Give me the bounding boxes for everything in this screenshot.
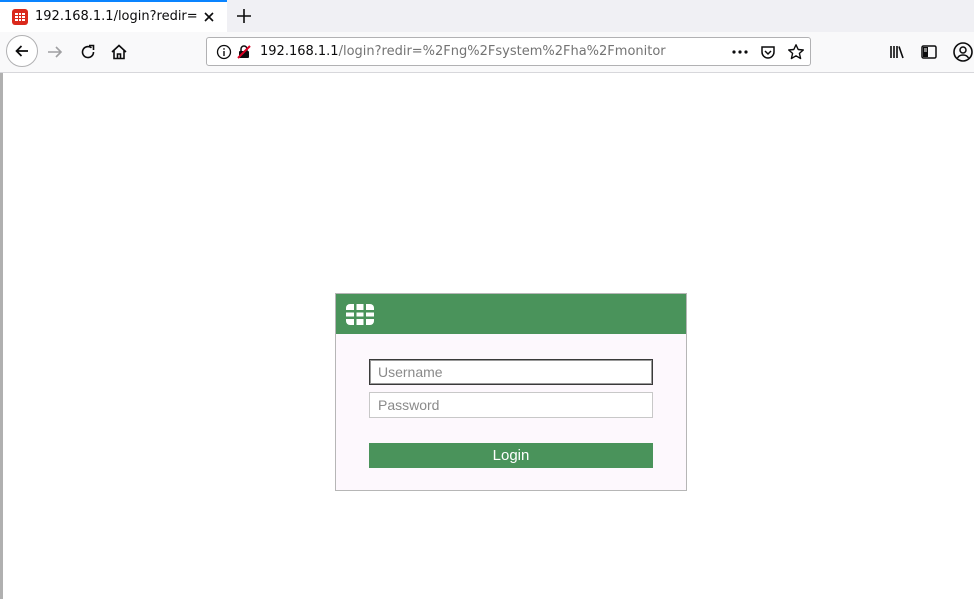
login-panel: Login	[335, 293, 687, 491]
tab-bar: 192.168.1.1/login?redir=%2Fng%2Fsystem%2…	[0, 0, 974, 32]
star-icon[interactable]	[787, 43, 805, 61]
library-icon[interactable]	[888, 43, 906, 61]
close-icon[interactable]	[202, 10, 216, 24]
back-icon	[15, 45, 28, 57]
url-text[interactable]: 192.168.1.1/login?redir=%2Fng%2Fsystem%2…	[260, 44, 720, 60]
login-button[interactable]: Login	[369, 443, 653, 468]
username-input[interactable]	[369, 359, 653, 385]
account-icon[interactable]	[952, 41, 974, 63]
fortinet-logo-icon	[346, 304, 374, 325]
navigation-bar: 192.168.1.1/login?redir=%2Fng%2Fsystem%2…	[0, 32, 974, 73]
password-input[interactable]	[369, 392, 653, 418]
reload-icon[interactable]	[79, 43, 97, 61]
home-icon[interactable]	[110, 43, 128, 61]
url-host: 192.168.1.1	[260, 44, 339, 59]
more-icon[interactable]	[730, 44, 750, 60]
url-path: /login?redir=%2Fng%2Fsystem%2Fha%2Fmonit…	[338, 44, 666, 59]
login-header	[336, 294, 686, 334]
pocket-icon[interactable]	[760, 44, 776, 60]
url-bar[interactable]: 192.168.1.1/login?redir=%2Fng%2Fsystem%2…	[206, 37, 811, 66]
fortinet-icon	[12, 9, 28, 25]
insecure-lock-icon[interactable]	[236, 44, 252, 60]
info-icon[interactable]	[216, 44, 232, 60]
tab-title: 192.168.1.1/login?redir=%2Fng%2Fsystem%2…	[35, 9, 197, 24]
sidebar-icon[interactable]	[920, 43, 938, 61]
browser-tab[interactable]: 192.168.1.1/login?redir=%2Fng%2Fsystem%2…	[0, 0, 227, 32]
back-button[interactable]	[6, 35, 38, 67]
new-tab-icon[interactable]	[234, 6, 254, 26]
forward-icon[interactable]	[46, 43, 64, 61]
